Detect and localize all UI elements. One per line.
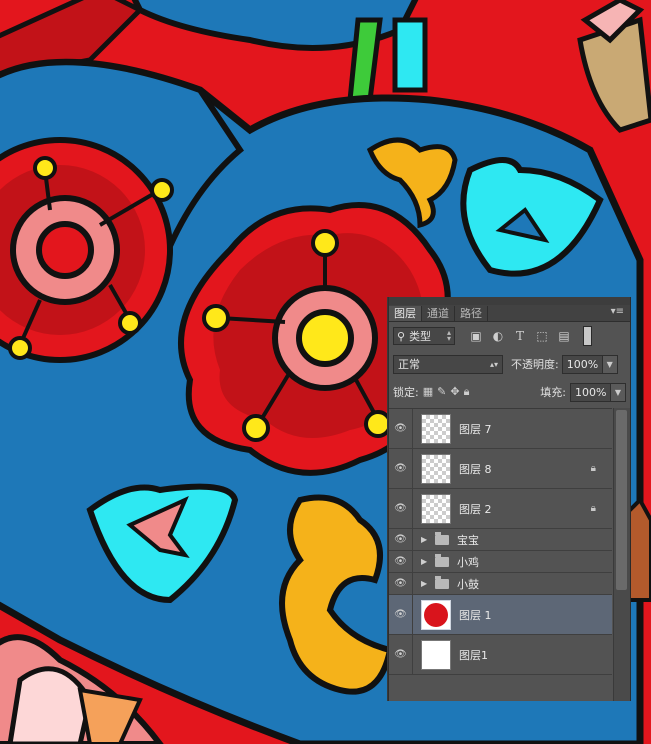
group-name: 小鸡 xyxy=(457,555,479,569)
layer-row-selected[interactable]: 👁︎ 图层 1 xyxy=(389,595,612,635)
eye-icon[interactable]: 👁︎ xyxy=(389,529,413,550)
panel-header[interactable] xyxy=(389,297,630,305)
panel-tabs: 图层 通道 路径 ▾≡ xyxy=(389,305,630,322)
opacity-label: 不透明度: xyxy=(511,358,559,371)
eye-icon[interactable]: 👁︎ xyxy=(389,595,413,634)
adjustment-filter-icon[interactable]: ◐ xyxy=(487,327,509,345)
tab-channels[interactable]: 通道 xyxy=(422,306,455,321)
eye-icon[interactable]: 👁︎ xyxy=(389,489,413,528)
group-row[interactable]: 👁︎ ▶ 小鸡 xyxy=(389,551,612,573)
lock-paint-icon[interactable]: ✎ xyxy=(437,385,446,399)
search-icon: ⚲ xyxy=(397,329,406,343)
layer-row[interactable]: 👁︎ 图层 8 🔒︎ xyxy=(389,449,612,489)
eye-icon[interactable]: 👁︎ xyxy=(389,573,413,594)
layer-thumbnail xyxy=(421,493,451,524)
layer-name: 图层 8 xyxy=(459,462,492,476)
filter-toggle[interactable] xyxy=(583,326,592,346)
layer-name: 图层1 xyxy=(459,648,488,662)
blend-mode-dropdown[interactable]: 正常 ▴▾ xyxy=(393,354,503,374)
group-name: 宝宝 xyxy=(457,533,479,547)
filter-kind-select[interactable]: ⚲ 类型 ▴ ▾ xyxy=(393,327,455,345)
eye-icon[interactable]: 👁︎ xyxy=(389,409,413,448)
layer-thumbnail xyxy=(421,413,451,444)
filter-row: ⚲ 类型 ▴ ▾ ▣ ◐ T ⬚ ▤ xyxy=(389,322,630,350)
shape-filter-icon[interactable]: ⬚ xyxy=(531,327,553,345)
tab-paths[interactable]: 路径 xyxy=(455,306,488,321)
fill-value: 100% xyxy=(575,385,607,399)
chevron-down-icon[interactable]: ▼ xyxy=(601,355,617,373)
layer-thumbnail xyxy=(421,453,451,484)
layer-thumbnail xyxy=(421,599,451,630)
scrollbar-thumb[interactable] xyxy=(616,410,627,590)
eye-icon[interactable]: 👁︎ xyxy=(389,635,413,674)
lock-icon: 🔒︎ xyxy=(590,463,596,474)
chevron-down-icon[interactable]: ▼ xyxy=(610,383,625,401)
blend-row: 正常 ▴▾ 不透明度: 100% ▼ xyxy=(389,350,630,378)
eye-icon[interactable]: 👁︎ xyxy=(389,551,413,572)
lock-row: 锁定: ▦ ✎ ✥ 🔒︎ 填充: 100% ▼ xyxy=(389,378,630,406)
spinner-icon: ▴▾ xyxy=(489,359,498,369)
text-filter-icon[interactable]: T xyxy=(509,327,531,345)
lock-transparent-icon[interactable]: ▦ xyxy=(423,385,433,399)
image-filter-icon[interactable]: ▣ xyxy=(465,327,487,345)
opacity-value: 100% xyxy=(566,357,599,371)
layer-list: 👁︎ 图层 7 👁︎ 图层 8 🔒︎ 👁︎ 图层 2 🔒︎ 👁︎ ▶ 宝宝 👁︎… xyxy=(389,408,612,675)
lock-label: 锁定: xyxy=(393,386,419,399)
tab-layers[interactable]: 图层 xyxy=(389,306,422,321)
lock-move-icon[interactable]: ✥ xyxy=(450,385,459,399)
blend-mode-value: 正常 xyxy=(398,358,420,371)
lock-icon: 🔒︎ xyxy=(590,503,596,514)
folder-icon xyxy=(435,531,449,545)
caret-right-icon[interactable]: ▶ xyxy=(421,579,431,588)
layer-row[interactable]: 👁︎ 图层 7 xyxy=(389,409,612,449)
layer-name: 图层 7 xyxy=(459,422,492,436)
lock-all-icon[interactable]: 🔒︎ xyxy=(464,385,470,399)
group-row[interactable]: 👁︎ ▶ 宝宝 xyxy=(389,529,612,551)
fill-field[interactable]: 100% ▼ xyxy=(570,382,626,402)
layer-thumbnail xyxy=(421,639,451,670)
filter-kind-label: 类型 xyxy=(409,330,432,343)
eye-icon[interactable]: 👁︎ xyxy=(389,449,413,488)
panel-menu-icon[interactable]: ▾≡ xyxy=(611,306,624,317)
layer-name: 图层 2 xyxy=(459,502,492,516)
folder-icon xyxy=(435,575,449,589)
opacity-field[interactable]: 100% ▼ xyxy=(561,354,618,374)
spinner-icon: ▴▾ xyxy=(446,328,451,343)
folder-icon xyxy=(435,553,449,567)
layer-row[interactable]: 👁︎ 图层1 xyxy=(389,635,612,675)
caret-right-icon[interactable]: ▶ xyxy=(421,557,431,566)
layer-name: 图层 1 xyxy=(459,608,492,622)
fill-label: 填充: xyxy=(540,386,566,399)
layer-row[interactable]: 👁︎ 图层 2 🔒︎ xyxy=(389,489,612,529)
caret-right-icon[interactable]: ▶ xyxy=(421,535,431,544)
smart-object-filter-icon[interactable]: ▤ xyxy=(553,327,575,345)
layers-panel: 图层 通道 路径 ▾≡ ⚲ 类型 ▴ ▾ ▣ ◐ T ⬚ ▤ 正常 ▴▾ 不透明度… xyxy=(388,297,630,701)
group-name: 小鼓 xyxy=(457,577,479,591)
group-row[interactable]: 👁︎ ▶ 小鼓 xyxy=(389,573,612,595)
scrollbar[interactable] xyxy=(613,408,630,701)
